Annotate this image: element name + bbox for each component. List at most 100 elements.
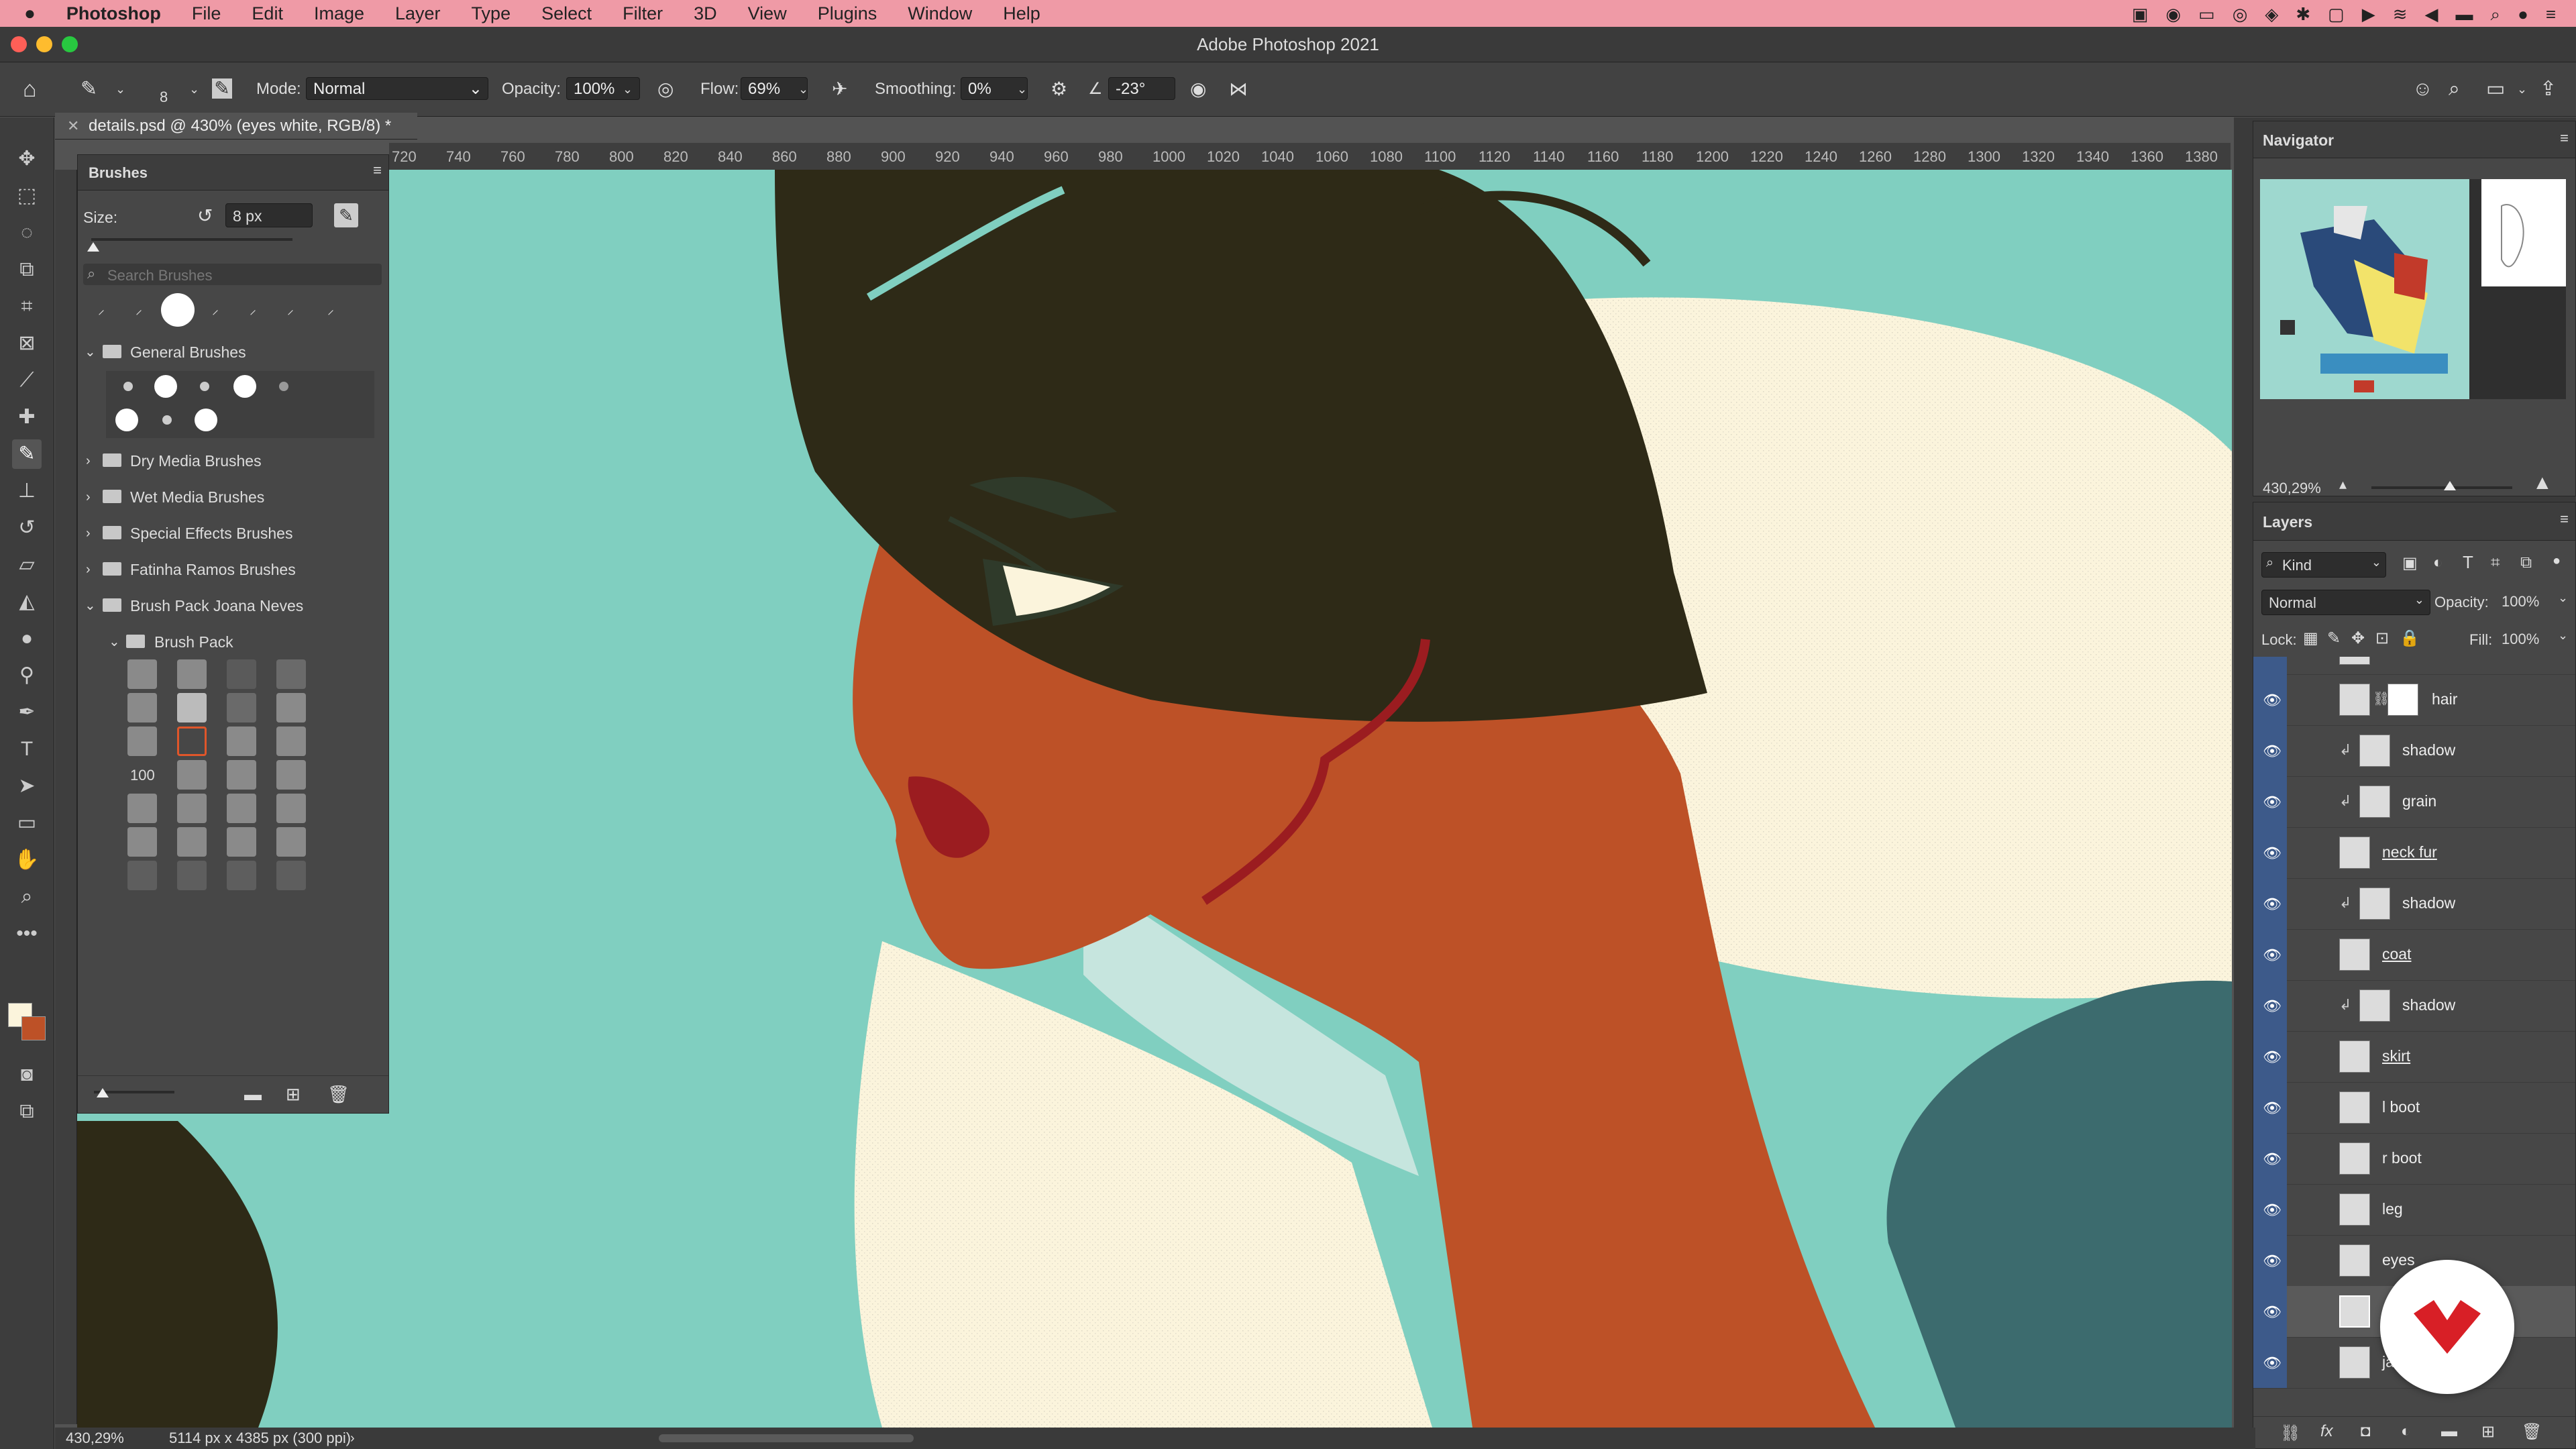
- zoom-window-button[interactable]: [62, 36, 78, 52]
- brush-hard-round-icon[interactable]: [195, 409, 217, 431]
- brush-texture-thumbnail[interactable]: [227, 794, 256, 823]
- visibility-eye-icon[interactable]: 👁: [2263, 1252, 2282, 1270]
- path-selection-tool-icon[interactable]: ➤: [12, 771, 42, 801]
- menu-app[interactable]: Photoshop: [66, 3, 161, 24]
- visibility-eye-icon[interactable]: 👁: [2263, 657, 2282, 658]
- horizontal-scrollbar[interactable]: [659, 1434, 914, 1442]
- layer-style-fx-icon[interactable]: fx: [2320, 1422, 2333, 1441]
- blend-mode-select[interactable]: Normal ⌄: [2261, 590, 2430, 615]
- brush-texture-thumbnail[interactable]: [227, 827, 256, 857]
- lasso-tool-icon[interactable]: ◌: [12, 218, 42, 248]
- brush-texture-thumbnail[interactable]: [177, 760, 207, 790]
- recent-brush-icon[interactable]: ⸝: [212, 300, 219, 318]
- brush-texture-thumbnail[interactable]: [177, 861, 207, 890]
- visibility-eye-icon[interactable]: 👁: [2263, 692, 2282, 709]
- menu-filter[interactable]: Filter: [623, 3, 663, 24]
- brush-texture-thumbnail[interactable]: [127, 693, 157, 722]
- brush-selected-thumbnail[interactable]: [177, 727, 207, 756]
- status-wifi-icon[interactable]: ≋: [2393, 4, 2408, 25]
- filter-type-icon[interactable]: T: [2463, 552, 2473, 573]
- blur-tool-icon[interactable]: ●: [12, 624, 42, 653]
- horizontal-ruler[interactable]: 720 740 760 780 800 820 840 860 880 900 …: [389, 143, 2231, 170]
- brush-angle-field[interactable]: -23°: [1108, 77, 1175, 100]
- hand-tool-icon[interactable]: ✋: [12, 845, 42, 875]
- status-shield-icon[interactable]: ◈: [2265, 4, 2278, 25]
- recent-brush-icon[interactable]: ⸝: [327, 300, 334, 318]
- menu-file[interactable]: File: [192, 3, 221, 24]
- layer-row[interactable]: 👁 r boot: [2253, 1133, 2575, 1185]
- brush-group-special-effects[interactable]: › Special Effects Brushes: [78, 516, 386, 551]
- clone-stamp-tool-icon[interactable]: ⊥: [12, 476, 42, 506]
- object-selection-tool-icon[interactable]: ⧉: [12, 255, 42, 284]
- panel-menu-icon[interactable]: ≡: [373, 162, 382, 179]
- apple-icon[interactable]: ●: [24, 3, 36, 24]
- brush-soft-round-icon[interactable]: [200, 382, 209, 391]
- document-tab[interactable]: ✕ details.psd @ 430% (eyes white, RGB/8)…: [55, 113, 417, 140]
- brush-group-wet-media[interactable]: › Wet Media Brushes: [78, 480, 386, 515]
- status-zoom[interactable]: 430,29%: [66, 1428, 124, 1449]
- size-slider-handle[interactable]: [87, 242, 99, 252]
- visibility-eye-icon[interactable]: 👁: [2263, 794, 2282, 811]
- brush-texture-thumbnail[interactable]: [177, 659, 207, 689]
- more-tools-icon[interactable]: •••: [12, 919, 42, 949]
- layer-row[interactable]: 👁 ↲ shadow: [2253, 725, 2575, 777]
- lock-position-icon[interactable]: ✥: [2351, 629, 2365, 648]
- menu-help[interactable]: Help: [1003, 3, 1040, 24]
- dodge-tool-icon[interactable]: ⚲: [12, 661, 42, 690]
- smoothing-options-gear-icon[interactable]: ⚙: [1051, 78, 1067, 100]
- menu-select[interactable]: Select: [541, 3, 592, 24]
- panel-menu-icon[interactable]: ≡: [2560, 129, 2569, 147]
- recent-brush-hard-round-icon[interactable]: [161, 293, 195, 327]
- brush-settings-icon[interactable]: ✎: [334, 203, 358, 227]
- add-mask-icon[interactable]: ◘: [2361, 1422, 2371, 1441]
- frame-tool-icon[interactable]: ⊠: [12, 329, 42, 358]
- screen-mode-icon[interactable]: ⧉: [12, 1097, 42, 1126]
- close-document-icon[interactable]: ✕: [67, 113, 79, 140]
- status-display-icon[interactable]: ▢: [2328, 4, 2345, 25]
- layer-opacity-field[interactable]: 100%: [2502, 590, 2557, 614]
- symmetry-butterfly-icon[interactable]: ⋈: [1229, 78, 1248, 100]
- search-brushes-field[interactable]: ⌕ Search Brushes: [83, 264, 382, 285]
- status-window-icon[interactable]: ▭: [2198, 4, 2215, 25]
- menu-layer[interactable]: Layer: [395, 3, 441, 24]
- filter-toggle-icon[interactable]: ●: [2553, 553, 2561, 569]
- brush-texture-thumbnail[interactable]: [276, 760, 306, 790]
- brush-size-thumbnail-label[interactable]: 100: [130, 767, 155, 784]
- vertical-ruler[interactable]: [55, 170, 77, 1424]
- visibility-eye-icon[interactable]: 👁: [2263, 998, 2282, 1015]
- pen-tool-icon[interactable]: ✒: [12, 698, 42, 727]
- share-icon[interactable]: ⇪: [2540, 78, 2557, 100]
- new-adjustment-layer-icon[interactable]: ◐: [2401, 1422, 2411, 1441]
- layer-row[interactable]: 👁 leg: [2253, 1184, 2575, 1236]
- recent-brush-icon[interactable]: ⸝: [287, 300, 294, 318]
- menu-window[interactable]: Window: [908, 3, 972, 24]
- brush-texture-thumbnail[interactable]: [276, 794, 306, 823]
- layer-row[interactable]: 👁 l boot: [2253, 1082, 2575, 1134]
- marquee-tool-icon[interactable]: ⬚: [12, 181, 42, 211]
- thumbnail-size-handle[interactable]: [97, 1088, 109, 1097]
- reset-size-icon[interactable]: ↺: [197, 205, 213, 227]
- status-play-icon[interactable]: ▶: [2362, 4, 2375, 25]
- new-group-folder-icon[interactable]: ▬: [2441, 1422, 2457, 1441]
- status-sync-icon[interactable]: ◎: [2233, 4, 2248, 25]
- brush-soft-round-icon[interactable]: [123, 382, 133, 391]
- filter-adjustment-icon[interactable]: ◐: [2433, 553, 2443, 572]
- learn-icon[interactable]: ☺: [2412, 78, 2433, 100]
- zoom-out-mountain-icon[interactable]: ▴: [2339, 476, 2347, 493]
- brush-soft-round-icon[interactable]: [162, 415, 172, 425]
- paint-bucket-tool-icon[interactable]: ◭: [12, 587, 42, 616]
- search-icon[interactable]: ⌕: [2449, 78, 2460, 100]
- brush-size-field[interactable]: 8 px: [225, 203, 313, 227]
- visibility-eye-icon[interactable]: 👁: [2263, 1201, 2282, 1219]
- layer-row[interactable]: 👁 coat: [2253, 929, 2575, 981]
- new-brush-plus-icon[interactable]: ⊞: [286, 1084, 301, 1105]
- layer-opacity-chevron-icon[interactable]: ⌄: [2558, 591, 2568, 605]
- brush-texture-thumbnail[interactable]: [276, 827, 306, 857]
- lock-all-icon[interactable]: 🔒: [2400, 629, 2420, 648]
- layer-row[interactable]: 👁 ↲ shadow: [2253, 878, 2575, 930]
- brush-group-general[interactable]: ⌄ General Brushes: [78, 335, 386, 370]
- menu-image[interactable]: Image: [314, 3, 364, 24]
- document-canvas[interactable]: [77, 170, 2232, 1428]
- lock-artboard-icon[interactable]: ⊡: [2375, 629, 2389, 648]
- brush-settings-toggle-icon[interactable]: ✎: [212, 78, 232, 99]
